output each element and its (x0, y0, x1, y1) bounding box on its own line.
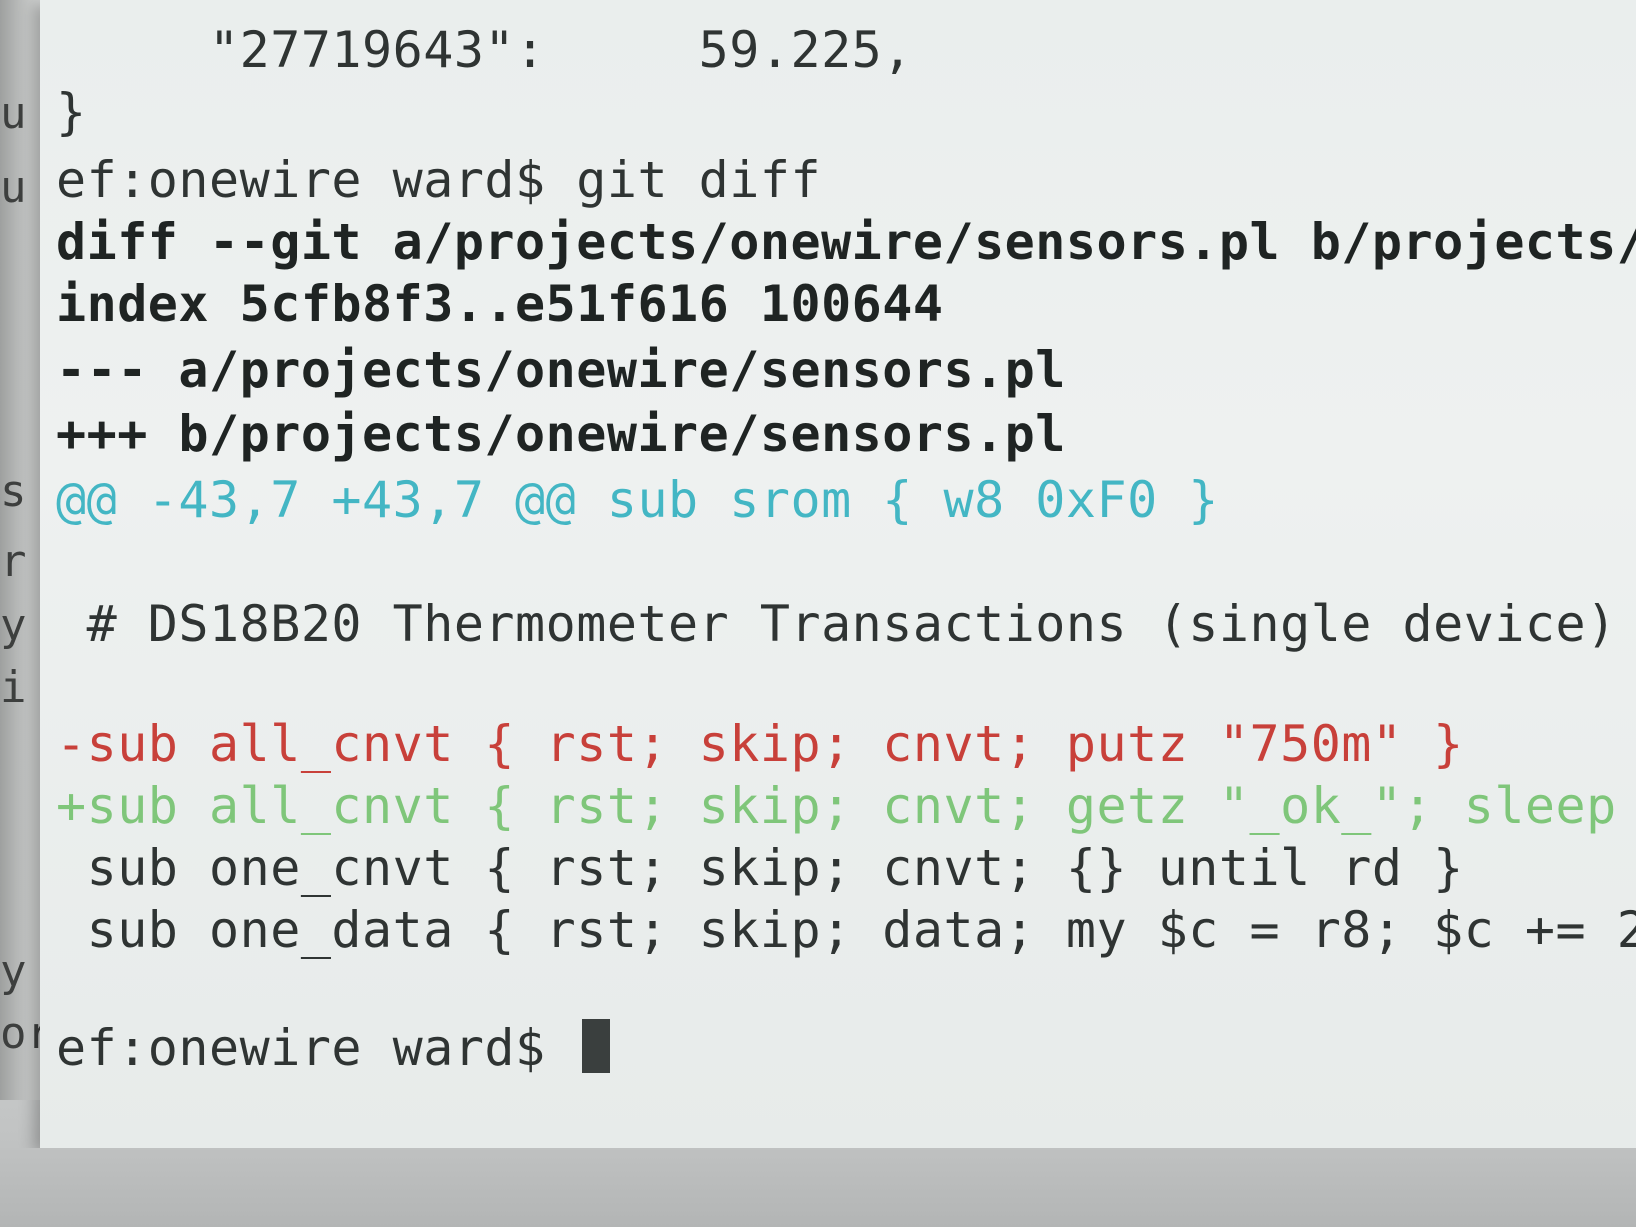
diff-context-comment: # DS18B20 Thermometer Transactions (sing… (56, 595, 1617, 653)
text-cursor (582, 1019, 611, 1073)
screen-bezel-bottom (0, 1148, 1636, 1227)
diff-removed-line: -sub all_cnvt { rst; skip; cnvt; putz "7… (56, 715, 1464, 773)
bg-text-fragment: u (0, 88, 27, 139)
terminal-window[interactable]: "27719643": 59.225, } ef:onewire ward$ g… (40, 0, 1636, 1148)
bg-text-fragment: i (0, 662, 27, 713)
bg-text-fragment: y (0, 600, 27, 651)
bg-text-fragment: y (0, 946, 27, 997)
diff-context-line: sub one_data { rst; skip; data; my $c = … (56, 901, 1636, 959)
diff-added-line: +sub all_cnvt { rst; skip; cnvt; getz "_… (56, 777, 1636, 835)
json-close-brace: } (56, 83, 87, 141)
prompt-line[interactable]: ef:onewire ward$ (56, 1018, 611, 1078)
prompt-git-diff: ef:onewire ward$ git diff (56, 151, 822, 209)
photo-of-screen: u u s r y i y or "27719643": 59.225, } e… (0, 0, 1636, 1227)
prompt-text: ef:onewire ward$ (56, 1019, 577, 1077)
diff-hunk-header: @@ -43,7 +43,7 @@ sub srom { w8 0xF0 } (56, 471, 1219, 529)
bg-text-fragment: r (0, 536, 27, 587)
diff-header-line: diff --git a/projects/onewire/sensors.pl… (56, 213, 1636, 271)
bg-text-fragment: s (0, 466, 27, 517)
json-output-line: "27719643": 59.225, (56, 21, 913, 79)
diff-old-file-line: --- a/projects/onewire/sensors.pl (56, 341, 1066, 399)
diff-index-line: index 5cfb8f3..e51f616 100644 (56, 275, 944, 333)
diff-new-file-line: +++ b/projects/onewire/sensors.pl (56, 405, 1066, 463)
diff-context-line: sub one_cnvt { rst; skip; cnvt; {} until… (56, 839, 1464, 897)
bg-text-fragment: u (0, 162, 27, 213)
